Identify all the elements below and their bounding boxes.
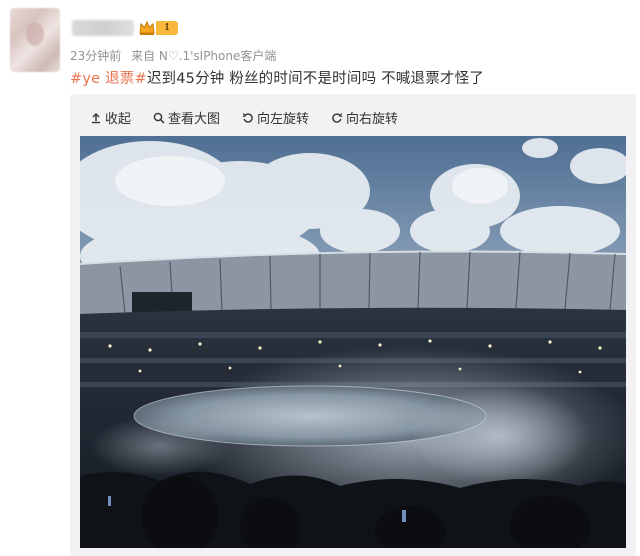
image-toolbar: 收起 查看大图 向左旋转 向右旋转 [90,108,398,127]
search-icon [153,112,165,124]
hashtag-part2: 退票# [105,71,147,87]
level-number: 1 [156,21,178,35]
stadium-photo [80,136,626,548]
post-meta: 23分钟前 来自 N♡.1'sIPhone客户端 [70,47,276,64]
view-large-button[interactable]: 查看大图 [153,108,220,127]
rotate-left-button[interactable]: 向左旋转 [242,108,309,127]
post-image-stadium[interactable] [80,136,626,548]
rotate-left-label: 向左旋转 [257,112,310,127]
collapse-button[interactable]: 收起 [90,108,131,127]
view-large-label: 查看大图 [168,112,221,127]
hashtag-part1: #ye [70,71,101,87]
post-time[interactable]: 23分钟前 [70,49,121,63]
upload-arrow-icon [92,112,100,123]
vip-badge[interactable]: 1 [138,19,178,37]
crown-icon [139,20,155,35]
post-content: #ye 退票#迟到45分钟 粉丝的时间不是时间吗 不喊退票才怪了 [70,67,484,88]
collapse-label: 收起 [105,112,132,127]
post-source[interactable]: 来自 N♡.1'sIPhone客户端 [131,49,276,63]
avatar[interactable] [10,8,60,72]
username-blurred[interactable] [72,20,134,36]
media-panel: 收起 查看大图 向左旋转 向右旋转 [70,94,636,556]
rotate-right-label: 向右旋转 [346,112,399,127]
rotate-right-icon [332,112,343,123]
rotate-left-icon [242,112,253,123]
hashtag-link[interactable]: #ye 退票# [70,71,147,87]
weibo-post: 1 23分钟前 来自 N♡.1'sIPhone客户端 #ye 退票#迟到45分钟… [0,0,640,556]
rotate-right-button[interactable]: 向右旋转 [331,108,398,127]
post-body-text: 迟到45分钟 粉丝的时间不是时间吗 不喊退票才怪了 [146,71,484,87]
